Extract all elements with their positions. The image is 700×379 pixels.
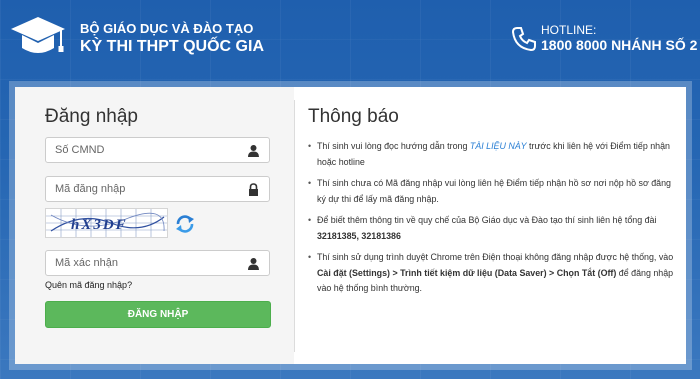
org-name: BỘ GIÁO DỤC VÀ ĐÀO TẠO (80, 21, 254, 36)
hotline-number: 1800 8000 NHÁNH SỐ 2 (541, 37, 698, 53)
graduation-cap-icon (11, 17, 65, 53)
login-panel: Đăng nhập Số CMND Mã đăng nhập hX3DF Mã … (15, 87, 294, 364)
login-code-field (45, 176, 270, 202)
captcha-text: hX3DF (71, 217, 128, 233)
captcha-noise: hX3DF (46, 209, 167, 237)
phone-icon (511, 27, 536, 52)
cmnd-field (45, 137, 270, 163)
refresh-captcha-icon[interactable] (174, 213, 196, 235)
login-button[interactable]: ĐĂNG NHẬP (45, 301, 271, 328)
cmnd-input[interactable] (46, 138, 245, 162)
main-card: Đăng nhập Số CMND Mã đăng nhập hX3DF Mã … (15, 87, 686, 364)
site-header: BỘ GIÁO DỤC VÀ ĐÀO TẠO KỲ THI THPT QUỐC … (0, 0, 700, 80)
lock-icon (249, 183, 258, 196)
notice-item: Thí sinh sử dụng trình duyệt Chrome trên… (308, 250, 678, 297)
captcha-image: hX3DF (45, 208, 168, 238)
notice-item: Thí sinh chưa có Mã đăng nhập vui lòng l… (308, 176, 678, 207)
hotline-label: HOTLINE: (541, 23, 597, 37)
user-icon (248, 145, 259, 157)
login-code-input[interactable] (46, 177, 245, 201)
forgot-code-link[interactable]: Quên mã đăng nhập? (45, 280, 132, 290)
notice-title: Thông báo (308, 106, 399, 127)
exam-name: KỲ THI THPT QUỐC GIA (80, 38, 264, 55)
user-icon (248, 258, 259, 270)
notice-list: Thí sinh vui lòng đọc hướng dẫn trong TÀ… (308, 139, 678, 303)
notice-item: Thí sinh vui lòng đọc hướng dẫn trong TÀ… (308, 139, 678, 170)
login-title: Đăng nhập (45, 106, 138, 127)
guide-link[interactable]: TÀI LIỆU NÀY (470, 141, 527, 151)
verify-code-input[interactable] (46, 251, 245, 275)
notice-item: Để biết thêm thông tin về quy chế của Bộ… (308, 213, 678, 244)
panel-divider (294, 100, 295, 352)
verify-field (45, 250, 270, 276)
